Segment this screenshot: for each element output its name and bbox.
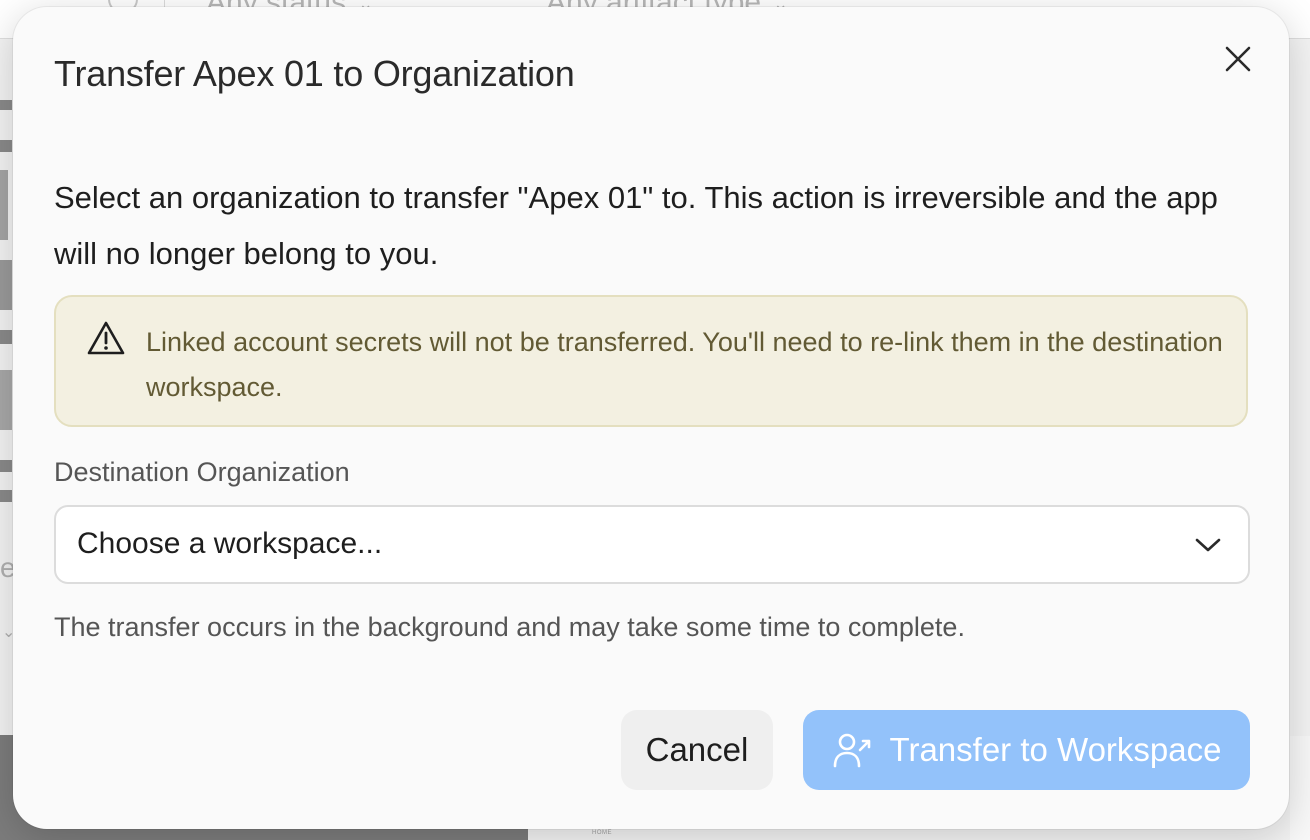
chevron-down-icon bbox=[1195, 538, 1221, 552]
destination-label: Destination Organization bbox=[54, 457, 350, 487]
background-panel bbox=[1290, 736, 1310, 840]
warning-text: Linked account secrets will not be trans… bbox=[146, 327, 1223, 402]
user-transfer-icon bbox=[833, 733, 870, 768]
helper-text: The transfer occurs in the background an… bbox=[54, 612, 965, 642]
transfer-button-label: Transfer to Workspace bbox=[889, 731, 1222, 768]
dialog-title: Transfer Apex 01 to Organization bbox=[54, 53, 575, 94]
cancel-button-label: Cancel bbox=[645, 731, 749, 768]
destination-select[interactable]: Choose a workspace... bbox=[54, 505, 1250, 584]
home-label: HOME bbox=[592, 830, 612, 836]
warning-banner: Linked account secrets will not be trans… bbox=[54, 295, 1248, 427]
warning-triangle-icon bbox=[87, 321, 125, 355]
transfer-button[interactable]: Transfer to Workspace bbox=[803, 710, 1250, 790]
background-thumbnail bbox=[0, 80, 14, 510]
transfer-dialog: Transfer Apex 01 to Organization Select … bbox=[13, 7, 1289, 829]
close-button[interactable] bbox=[1220, 41, 1256, 77]
close-icon bbox=[1225, 46, 1251, 72]
destination-placeholder: Choose a workspace... bbox=[77, 527, 383, 560]
dialog-description: Select an organization to transfer "Apex… bbox=[54, 180, 1218, 271]
cancel-button[interactable]: Cancel bbox=[621, 710, 773, 790]
